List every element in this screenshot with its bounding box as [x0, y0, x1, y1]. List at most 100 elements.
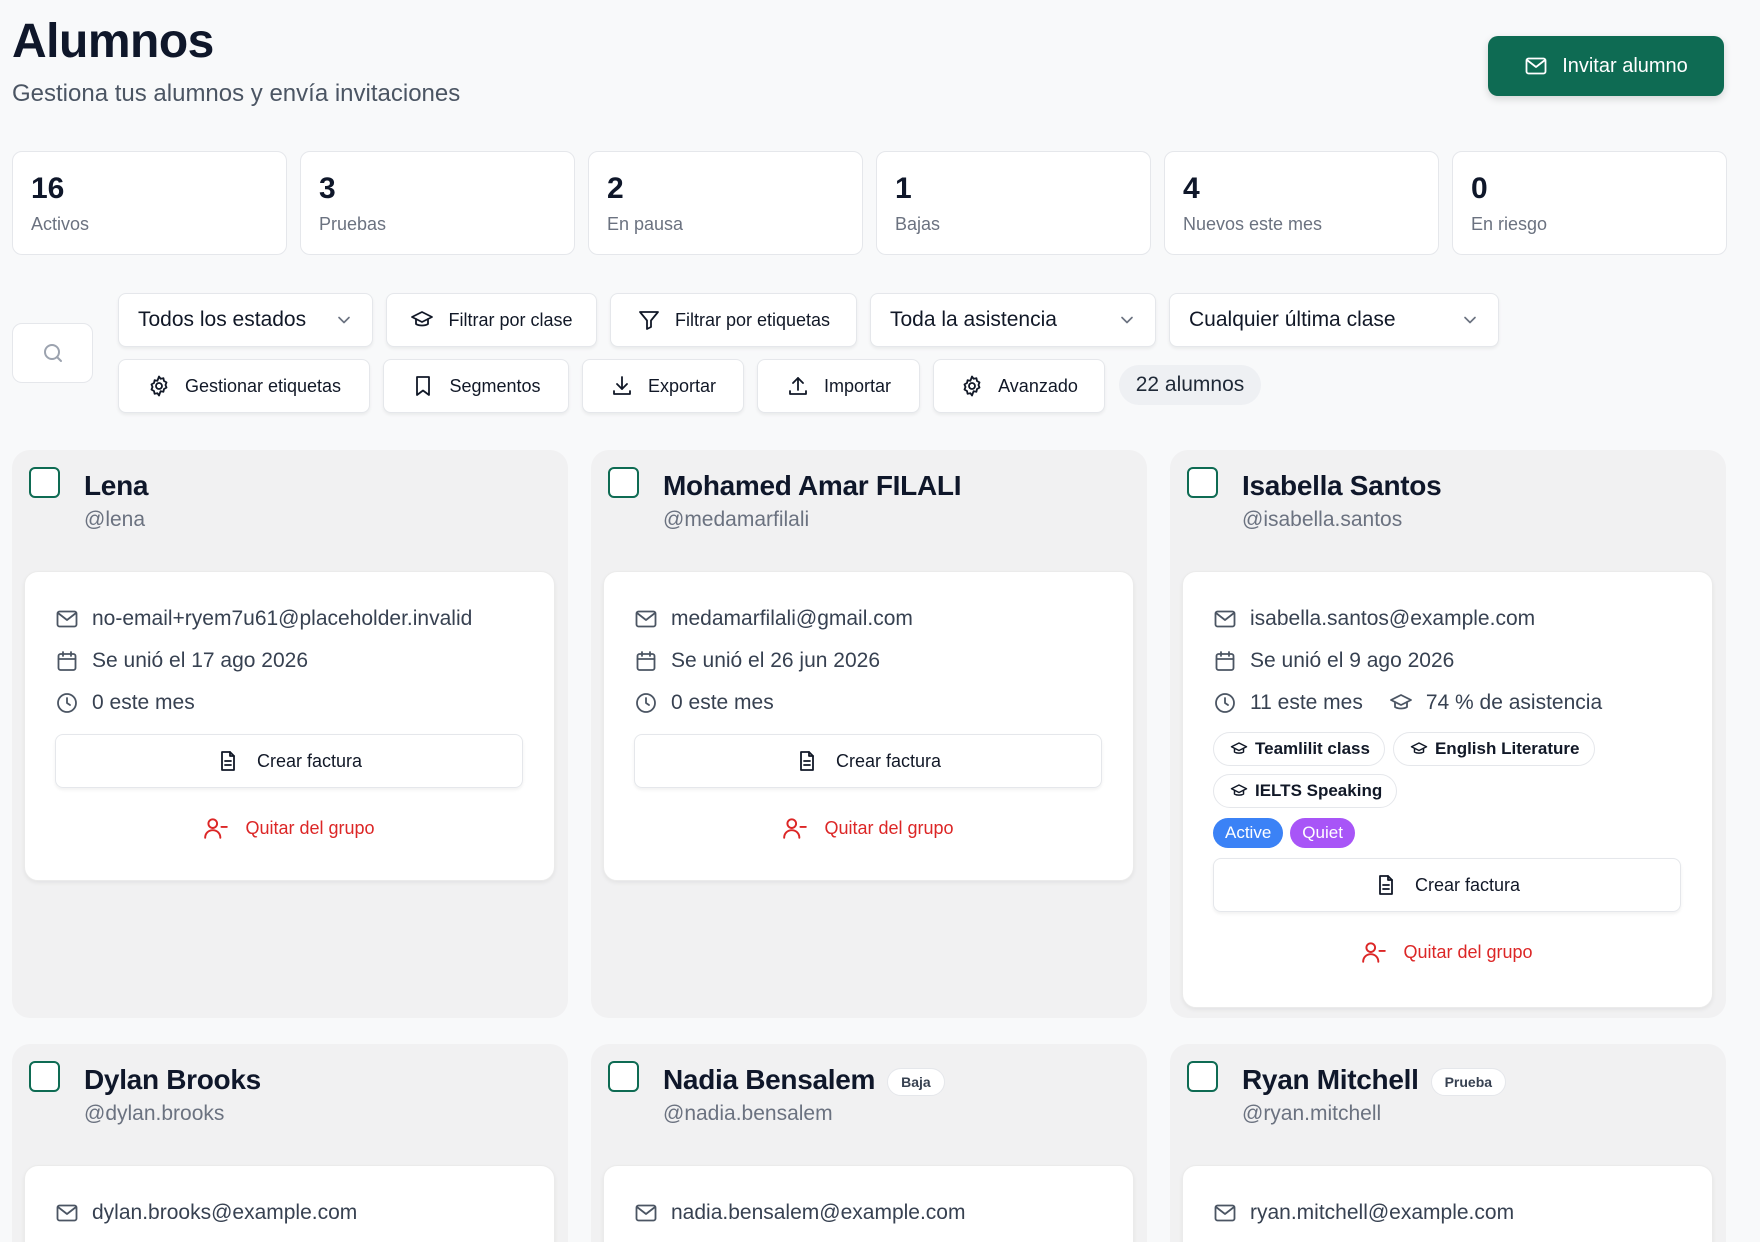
search-button[interactable] — [12, 323, 93, 383]
student-handle: @lena — [84, 508, 146, 531]
student-name-row: Nadia Bensalem Baja — [663, 1064, 945, 1096]
class-chip-label: Teamlilit class — [1255, 739, 1370, 758]
document-icon — [795, 749, 819, 773]
remove-from-group-button[interactable]: Quitar del grupo — [1213, 912, 1681, 992]
student-email: no-email+ryem7u61@placeholder.invalid — [92, 607, 473, 630]
remove-from-group-label: Quitar del grupo — [245, 817, 375, 838]
email-row: isabella.santos@example.com — [1213, 598, 1682, 640]
class-chip[interactable]: IELTS Speaking — [1213, 774, 1398, 808]
stat-value: 1 — [895, 172, 912, 205]
student-handle: @isabella.santos — [1242, 508, 1403, 531]
mail-icon — [55, 1201, 79, 1225]
create-invoice-label: Crear factura — [1414, 874, 1521, 895]
graduation-cap-icon — [410, 308, 434, 332]
export-button[interactable]: Exportar — [582, 359, 744, 413]
page-title: Alumnos — [12, 15, 214, 68]
stat-card-trials: 3 Pruebas — [300, 151, 575, 255]
select-checkbox[interactable] — [29, 1061, 60, 1092]
class-chips: Teamlilit class English Literature IELTS… — [1213, 732, 1633, 808]
student-card: Mohamed Amar FILALI @medamarfilali medam… — [591, 450, 1147, 1018]
student-name: Dylan Brooks — [84, 1064, 261, 1095]
create-invoice-button[interactable]: Crear factura — [1213, 858, 1681, 912]
select-checkbox[interactable] — [1187, 1061, 1218, 1092]
student-card: Dylan Brooks @dylan.brooks dylan.brooks@… — [12, 1044, 568, 1242]
student-card: Ryan Mitchell Prueba @ryan.mitchell ryan… — [1170, 1044, 1726, 1242]
download-icon — [610, 374, 634, 398]
invite-student-label: Invitar alumno — [1562, 54, 1688, 77]
create-invoice-label: Crear factura — [835, 750, 942, 771]
student-name: Mohamed Amar FILALI — [663, 470, 962, 501]
joined-date: Se unió el 17 ago 2026 — [92, 649, 309, 672]
joined-date: Se unió el 9 ago 2026 — [1250, 649, 1455, 672]
filter-by-class-button[interactable]: Filtrar por clase — [386, 293, 597, 347]
select-checkbox[interactable] — [1187, 467, 1218, 498]
gear-icon — [147, 374, 171, 398]
tag-quiet[interactable]: Quiet — [1290, 818, 1355, 848]
clock-icon — [1213, 691, 1237, 715]
filter-by-tags-button[interactable]: Filtrar por etiquetas — [610, 293, 857, 347]
document-icon — [1374, 873, 1398, 897]
invite-student-button[interactable]: Invitar alumno — [1488, 36, 1724, 96]
graduation-cap-icon — [1389, 691, 1413, 715]
student-email: dylan.brooks@example.com — [92, 1201, 358, 1224]
select-checkbox[interactable] — [608, 1061, 639, 1092]
mail-icon — [1524, 54, 1548, 78]
stat-label: En pausa — [607, 214, 684, 234]
student-details: ryan.mitchell@example.com — [1182, 1165, 1713, 1242]
mail-icon — [55, 607, 79, 631]
email-row: dylan.brooks@example.com — [55, 1192, 524, 1234]
sessions-this-month: 0 este mes — [92, 691, 195, 714]
email-row: nadia.bensalem@example.com — [634, 1192, 1103, 1234]
advanced-label: Avanzado — [998, 375, 1078, 396]
student-email: medamarfilali@gmail.com — [671, 607, 913, 630]
tag-active[interactable]: Active — [1213, 818, 1284, 848]
import-label: Importar — [823, 375, 892, 396]
status-filter-select[interactable]: Todos los estados — [118, 293, 373, 347]
status-badge: Baja — [887, 1068, 945, 1096]
student-name-row: Ryan Mitchell Prueba — [1242, 1064, 1507, 1096]
graduation-cap-icon — [1230, 782, 1248, 800]
attendance-row: 74 % de asistencia — [1389, 682, 1602, 724]
advanced-button[interactable]: Avanzado — [933, 359, 1105, 413]
stat-card-at-risk: 0 En riesgo — [1452, 151, 1727, 255]
select-checkbox[interactable] — [29, 467, 60, 498]
joined-row: Se unió el 9 ago 2026 — [1213, 640, 1682, 682]
student-handle: @medamarfilali — [663, 508, 810, 531]
mail-icon — [634, 1201, 658, 1225]
class-chip[interactable]: English Literature — [1392, 732, 1595, 766]
attendance-filter-select[interactable]: Toda la asistencia — [870, 293, 1156, 347]
sessions-this-month: 11 este mes — [1250, 691, 1363, 714]
class-chip[interactable]: Teamlilit class — [1213, 732, 1385, 766]
last-class-filter-select[interactable]: Cualquier última clase — [1169, 293, 1499, 347]
sessions-row: 11 este mes — [1213, 682, 1363, 724]
mail-icon — [634, 607, 658, 631]
joined-row: Se unió el 17 ago 2026 — [55, 640, 524, 682]
chevron-down-icon — [334, 310, 354, 330]
remove-from-group-button[interactable]: Quitar del grupo — [55, 788, 523, 868]
joined-date: Se unió el 26 jun 2026 — [671, 649, 881, 672]
create-invoice-button[interactable]: Crear factura — [634, 734, 1102, 788]
student-email: nadia.bensalem@example.com — [671, 1201, 966, 1224]
student-count-badge: 22 alumnos — [1119, 365, 1261, 405]
manage-tags-button[interactable]: Gestionar etiquetas — [118, 359, 370, 413]
clock-icon — [634, 691, 658, 715]
student-name-row: Isabella Santos — [1242, 470, 1442, 502]
clock-icon — [55, 691, 79, 715]
sessions-this-month: 0 este mes — [671, 691, 774, 714]
chevron-down-icon — [1460, 310, 1480, 330]
student-details: dylan.brooks@example.com — [24, 1165, 555, 1242]
bookmark-icon — [411, 374, 435, 398]
student-details: medamarfilali@gmail.com Se unió el 26 ju… — [603, 571, 1134, 881]
remove-from-group-label: Quitar del grupo — [1403, 941, 1533, 962]
import-button[interactable]: Importar — [757, 359, 920, 413]
create-invoice-button[interactable]: Crear factura — [55, 734, 523, 788]
attendance-filter-value: Toda la asistencia — [890, 308, 1057, 331]
select-checkbox[interactable] — [608, 467, 639, 498]
student-email: ryan.mitchell@example.com — [1250, 1201, 1515, 1224]
filter-by-tags-label: Filtrar por etiquetas — [674, 309, 831, 330]
manage-tags-label: Gestionar etiquetas — [184, 375, 342, 396]
segments-button[interactable]: Segmentos — [383, 359, 569, 413]
mail-icon — [1213, 1201, 1237, 1225]
remove-from-group-button[interactable]: Quitar del grupo — [634, 788, 1102, 868]
attendance-rate: 74 % de asistencia — [1425, 691, 1603, 714]
